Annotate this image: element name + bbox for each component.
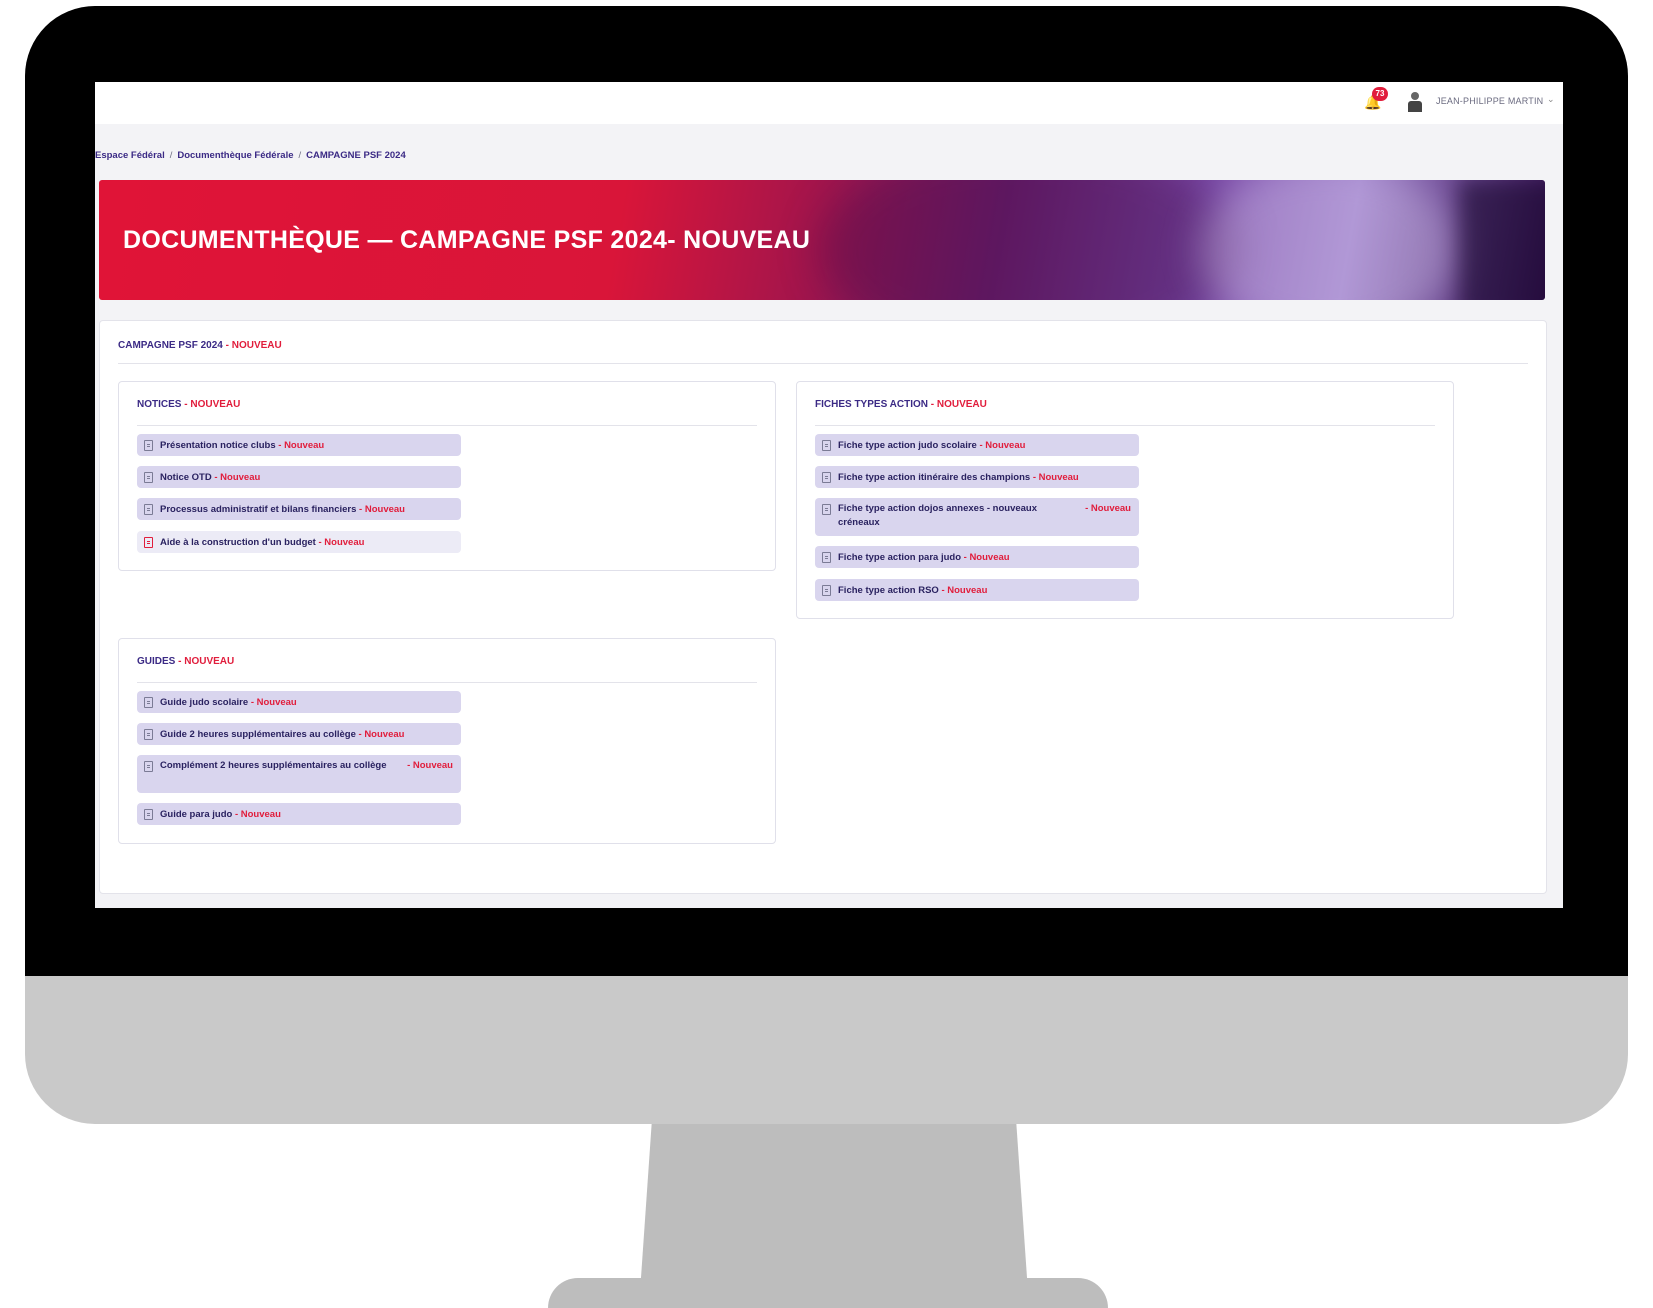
document-label: Fiche type action para judo bbox=[838, 552, 961, 563]
document-label: Processus administratif et bilans financ… bbox=[160, 504, 357, 515]
section-title: FICHES TYPES ACTION - NOUVEAU bbox=[815, 399, 987, 410]
new-tag: - Nouveau bbox=[1032, 472, 1079, 483]
document-label: Fiche type action RSO bbox=[838, 585, 939, 596]
document-icon bbox=[144, 440, 153, 451]
main-heading: CAMPAGNE PSF 2024 - NOUVEAU bbox=[118, 340, 282, 351]
document-icon bbox=[822, 552, 831, 563]
divider bbox=[815, 425, 1435, 426]
document-label: Guide judo scolaire bbox=[160, 697, 249, 708]
new-tag: - Nouveau bbox=[359, 504, 405, 515]
document-label: Guide para judo bbox=[160, 809, 233, 820]
section-fiches-types-action: FICHES TYPES ACTION - NOUVEAU Fiche type… bbox=[796, 381, 1454, 619]
new-tag: - Nouveau bbox=[407, 760, 453, 771]
breadcrumb-link-espace[interactable]: Espace Fédéral bbox=[95, 150, 165, 161]
chevron-down-icon[interactable]: ⌄ bbox=[1547, 94, 1555, 105]
user-menu[interactable]: JEAN-PHILIPPE MARTIN bbox=[1436, 96, 1543, 106]
document-link[interactable]: Présentation notice clubs - Nouveau bbox=[137, 434, 461, 456]
document-icon bbox=[144, 697, 153, 708]
document-link[interactable]: Complément 2 heures supplémentaires au c… bbox=[137, 755, 461, 793]
section-title: GUIDES - NOUVEAU bbox=[137, 656, 234, 667]
document-icon bbox=[144, 729, 153, 740]
document-link[interactable]: Processus administratif et bilans financ… bbox=[137, 498, 461, 520]
page-title: DOCUMENTHÈQUE — CAMPAGNE PSF 2024- NOUVE… bbox=[123, 226, 811, 254]
divider bbox=[137, 425, 757, 426]
screen: 🔔 73 JEAN-PHILIPPE MARTIN ⌄ Espace Fédér… bbox=[95, 82, 1563, 908]
new-tag: - Nouveau bbox=[250, 697, 297, 708]
document-icon bbox=[144, 504, 153, 515]
document-icon bbox=[144, 809, 153, 820]
section-guides: GUIDES - NOUVEAU Guide judo scolaire - N… bbox=[118, 638, 776, 844]
hero-banner: DOCUMENTHÈQUE — CAMPAGNE PSF 2024- NOUVE… bbox=[99, 180, 1545, 300]
section-title-text: NOTICES bbox=[137, 399, 182, 410]
notification-badge: 73 bbox=[1372, 87, 1388, 101]
new-tag: - Nouveau bbox=[234, 809, 281, 820]
monitor-stand-base bbox=[548, 1278, 1108, 1308]
new-tag: - Nouveau bbox=[1085, 503, 1131, 514]
document-link[interactable]: Fiche type action dojos annexes - nouvea… bbox=[815, 498, 1139, 536]
monitor-stand bbox=[640, 1124, 1028, 1292]
main-card: CAMPAGNE PSF 2024 - NOUVEAU NOTICES - NO… bbox=[99, 320, 1547, 894]
document-link[interactable]: Guide 2 heures supplémentaires au collèg… bbox=[137, 723, 461, 745]
document-label: Fiche type action dojos annexes - nouvea… bbox=[838, 503, 1038, 528]
new-tag: - Nouveau bbox=[214, 472, 261, 483]
document-label: Complément 2 heures supplémentaires au c… bbox=[160, 760, 387, 771]
document-link[interactable]: Notice OTD - Nouveau bbox=[137, 466, 461, 488]
breadcrumb-current: CAMPAGNE PSF 2024 bbox=[306, 150, 406, 161]
document-link[interactable]: Aide à la construction d'un budget - Nou… bbox=[137, 531, 461, 553]
divider bbox=[118, 363, 1528, 364]
new-tag: - Nouveau bbox=[318, 537, 365, 548]
section-title: NOTICES - NOUVEAU bbox=[137, 399, 240, 410]
document-icon bbox=[822, 440, 831, 451]
document-label: Aide à la construction d'un budget bbox=[160, 537, 316, 548]
document-link[interactable]: Guide para judo - Nouveau bbox=[137, 803, 461, 825]
breadcrumb-separator: / bbox=[169, 150, 173, 161]
document-icon bbox=[822, 585, 831, 596]
divider bbox=[137, 682, 757, 683]
document-label: Fiche type action judo scolaire bbox=[838, 440, 977, 451]
section-title-text: FICHES TYPES ACTION bbox=[815, 399, 928, 410]
document-icon bbox=[144, 537, 153, 548]
document-link[interactable]: Guide judo scolaire - Nouveau bbox=[137, 691, 461, 713]
document-icon bbox=[144, 472, 153, 483]
section-title-text: GUIDES bbox=[137, 656, 176, 667]
document-link[interactable]: Fiche type action RSO - Nouveau bbox=[815, 579, 1139, 601]
document-label: Guide 2 heures supplémentaires au collèg… bbox=[160, 729, 356, 740]
document-link[interactable]: Fiche type action itinéraire des champio… bbox=[815, 466, 1139, 488]
section-notices: NOTICES - NOUVEAU Présentation notice cl… bbox=[118, 381, 776, 571]
document-link[interactable]: Fiche type action judo scolaire - Nouvea… bbox=[815, 434, 1139, 456]
document-label: Notice OTD bbox=[160, 472, 212, 483]
main-heading-text: CAMPAGNE PSF 2024 bbox=[118, 340, 223, 351]
document-link[interactable]: Fiche type action para judo - Nouveau bbox=[815, 546, 1139, 568]
new-tag: - Nouveau bbox=[979, 440, 1026, 451]
section-title-tag: - NOUVEAU bbox=[184, 399, 241, 410]
avatar[interactable] bbox=[1407, 92, 1423, 112]
breadcrumb-separator: / bbox=[298, 150, 302, 161]
document-icon bbox=[822, 504, 831, 515]
document-icon bbox=[144, 761, 153, 772]
section-title-tag: - NOUVEAU bbox=[930, 399, 987, 410]
new-tag: - Nouveau bbox=[278, 440, 325, 451]
document-label: Fiche type action itinéraire des champio… bbox=[838, 472, 1031, 483]
new-tag: - Nouveau bbox=[358, 729, 405, 740]
breadcrumb: Espace Fédéral / Documenthèque Fédérale / CA… bbox=[95, 150, 406, 161]
breadcrumb-link-documentheque[interactable]: Documenthèque Fédérale bbox=[177, 150, 293, 161]
document-icon bbox=[822, 472, 831, 483]
main-heading-tag: - NOUVEAU bbox=[225, 340, 282, 351]
top-bar: 🔔 73 JEAN-PHILIPPE MARTIN ⌄ bbox=[95, 82, 1563, 124]
section-title-tag: - NOUVEAU bbox=[178, 656, 235, 667]
document-label: Présentation notice clubs bbox=[160, 440, 276, 451]
new-tag: - Nouveau bbox=[963, 552, 1010, 563]
new-tag: - Nouveau bbox=[941, 585, 988, 596]
